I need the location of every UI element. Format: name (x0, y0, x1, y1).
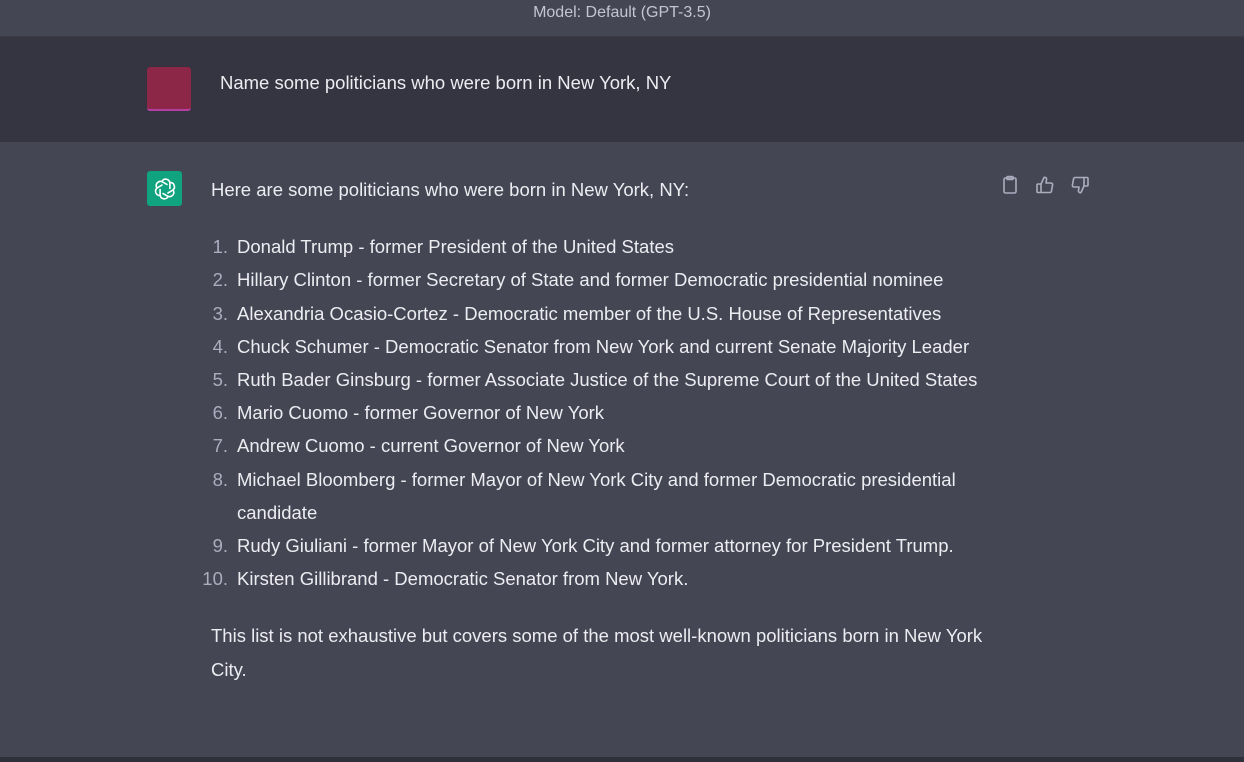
copy-button[interactable] (999, 174, 1021, 196)
list-number: 10. (202, 568, 228, 590)
assistant-outro: This list is not exhaustive but covers s… (211, 625, 983, 680)
assistant-message-row: Here are some politicians who were born … (0, 142, 1244, 757)
list-item: 9. Rudy Giuliani - former Mayor of New Yo… (213, 529, 1001, 562)
list-item-text: Chuck Schumer - Democratic Senator from … (237, 335, 970, 357)
list-item-text: Alexandria Ocasio-Cortez - Democratic me… (237, 302, 942, 324)
user-avatar (147, 67, 191, 111)
list-number: 3. (212, 302, 228, 324)
user-message-row: Name some politicians who were born in N… (0, 37, 1244, 142)
model-header: Model: Default (GPT-3.5) (0, 0, 1244, 37)
thumbs-down-button[interactable] (1069, 174, 1091, 196)
list-item-text: Rudy Giuliani - former Mayor of New York… (237, 535, 954, 557)
model-label: Model: Default (GPT-3.5) (533, 4, 711, 21)
clipboard-icon (1001, 175, 1019, 195)
politician-list: 1. Donald Trump - former President of the… (202, 230, 1001, 595)
list-item-text: Hillary Clinton - former Secretary of St… (237, 269, 944, 291)
list-number: 1. (212, 236, 228, 258)
list-item: 1. Donald Trump - former President of the… (213, 230, 1001, 263)
list-item-text: Michael Bloomberg - former Mayor of New … (237, 468, 956, 523)
thumbs-down-icon (1070, 175, 1090, 195)
assistant-message-text: Here are some politicians who were born … (202, 173, 1001, 686)
thumbs-up-icon (1035, 175, 1055, 195)
user-message-text: Name some politicians who were born in N… (220, 72, 672, 93)
list-item-text: Donald Trump - former President of the U… (237, 236, 675, 258)
list-number: 4. (212, 335, 228, 357)
list-item-text: Ruth Bader Ginsburg - former Associate J… (237, 369, 978, 391)
list-item: 8. Michael Bloomberg - former Mayor of Ne… (213, 463, 1001, 529)
list-number: 2. (212, 269, 228, 291)
list-item: 4. Chuck Schumer - Democratic Senator fro… (213, 330, 1001, 363)
list-item-text: Mario Cuomo - former Governor of New Yor… (237, 402, 605, 424)
list-number: 7. (212, 435, 228, 457)
list-item: 3. Alexandria Ocasio-Cortez - Democratic … (213, 297, 1001, 330)
list-number: 5. (212, 369, 228, 391)
list-item: 7. Andrew Cuomo - current Governor of New… (213, 429, 1001, 462)
list-item-text: Kirsten Gillibrand - Democratic Senator … (237, 568, 689, 590)
message-actions (999, 174, 1091, 196)
list-number: 9. (212, 535, 228, 557)
bottom-divider (0, 757, 1244, 762)
chatgpt-logo-icon (147, 171, 182, 206)
list-item: 5. Ruth Bader Ginsburg - former Associate… (213, 363, 1001, 396)
list-number: 8. (212, 468, 228, 490)
thumbs-up-button[interactable] (1034, 174, 1056, 196)
list-item: 6. Mario Cuomo - former Governor of New Y… (213, 396, 1001, 429)
list-item-text: Andrew Cuomo - current Governor of New Y… (237, 435, 625, 457)
list-number: 6. (212, 402, 228, 424)
assistant-intro: Here are some politicians who were born … (211, 179, 690, 200)
list-item: 2. Hillary Clinton - former Secretary of … (213, 263, 1001, 296)
list-item: 10. Kirsten Gillibrand - Democratic Senat… (202, 562, 1001, 595)
